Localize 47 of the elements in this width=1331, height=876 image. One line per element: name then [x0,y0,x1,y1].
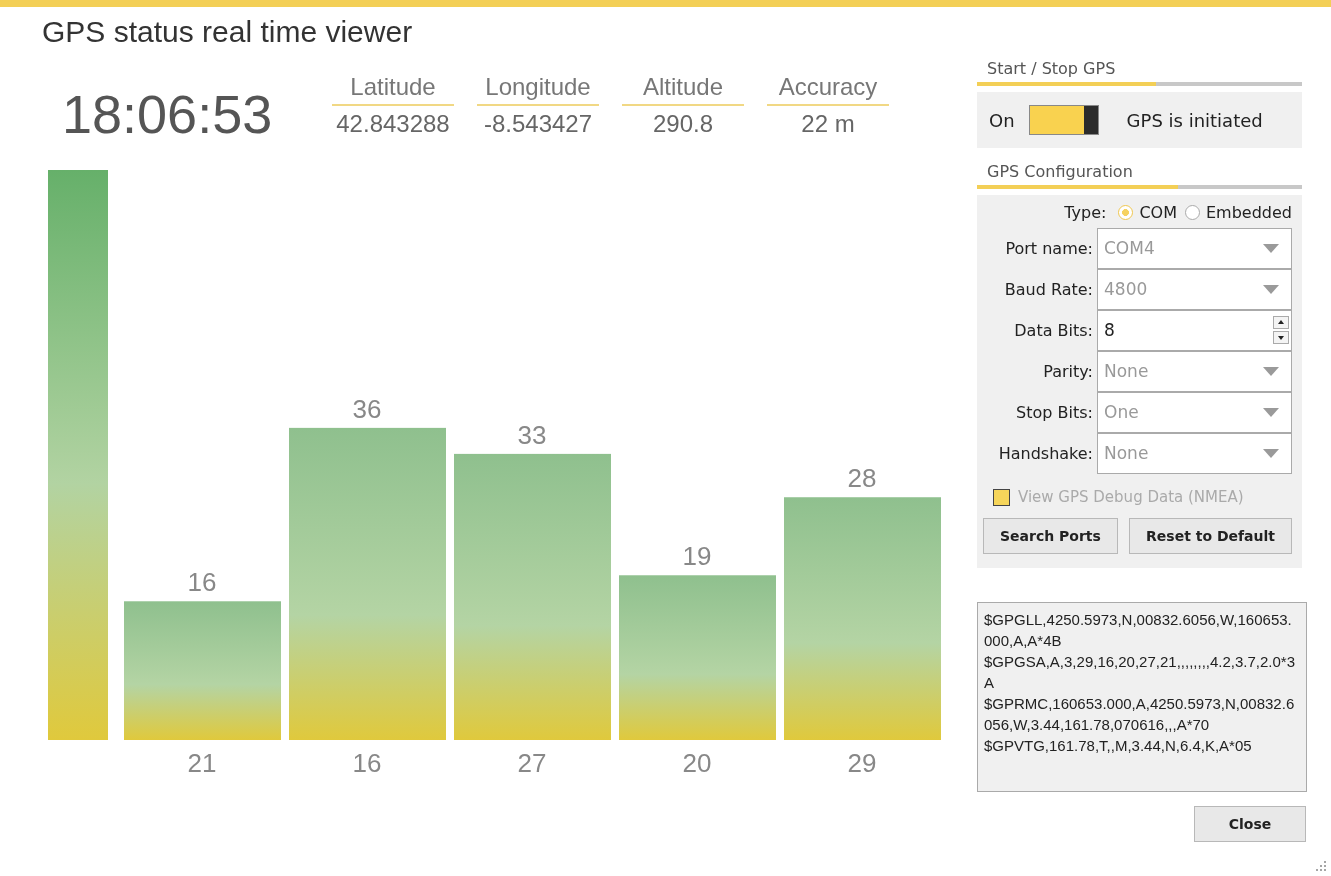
bar-value-label: 28 [847,463,877,494]
caret-icon [1263,448,1279,458]
field-label: Port name: [1004,239,1094,258]
resize-grip-icon [1315,860,1327,872]
field-label: Baud Rate: [1003,280,1094,299]
field-label: Parity: [1042,362,1094,381]
satellite-id-label: 21 [187,748,217,775]
debug-output-field[interactable]: $GPGLL,4250.5973,N,00832.6056,W,160653.000,A,A*4B $GPGSA,A,3,29,16,20,27,21,,,,,,,,4.2,3.7,2.0*3A $GPRMC,160653.000,A,4250.5973,N,00832.6056,W,3.44,161.78,070616,,,A*70 $GPVTG,161.78,T,,M,3.44,N,6.4,K,A*05 [977,602,1307,792]
stat-value: -8.543427 [483,110,593,138]
satellite-id-label: 27 [517,748,547,775]
stat-label: Accuracy [767,73,889,106]
bar-value-label: 16 [187,567,217,598]
status-text: GPS is initiated [1126,109,1263,131]
caret-icon [1263,243,1279,253]
clock-time: 18:06:53 [62,83,274,145]
spin-down-icon[interactable] [1273,331,1289,344]
toggle-switch[interactable] [1028,105,1099,135]
field-label: Handshake: [997,444,1094,463]
section-heading: GPS Configuration [986,162,1134,181]
satellite-id-label: 29 [847,748,877,775]
toggle-label: On [989,109,1015,131]
section-heading: Start / Stop GPS [986,59,1117,78]
window-title: GPS status real time viewer [42,15,414,49]
stat-value: 290.8 [652,110,714,138]
bar-value-label: 33 [517,419,547,450]
spin-up-icon[interactable] [1273,316,1289,329]
type-label: Type: [1064,203,1108,222]
stat-label: Longitude [477,73,599,106]
search-ports-button[interactable]: Search Ports [983,518,1118,554]
caret-icon [1263,284,1279,294]
stat-value: 42.843288 [336,110,450,138]
bar-value-label: 19 [682,541,712,572]
bar-value-label: 36 [352,393,382,424]
caret-icon [1263,366,1279,376]
number-field[interactable]: 8 [1097,309,1292,351]
stat-label: Altitude [622,73,744,106]
satellite-id-label: 16 [352,748,382,775]
reset-button[interactable]: Reset to Default [1129,518,1292,554]
stat-value: 22 m [801,110,855,138]
close-button[interactable]: Close [1194,806,1306,842]
stat-label: Latitude [332,73,454,106]
caret-icon [1263,407,1279,417]
satellite-id-label: 20 [682,748,712,775]
field-label: Data Bits: [1013,321,1094,340]
radio-option[interactable]: Embedded [1185,203,1292,222]
field-label: Stop Bits: [1015,403,1094,422]
radio-option[interactable]: COM [1118,203,1177,222]
